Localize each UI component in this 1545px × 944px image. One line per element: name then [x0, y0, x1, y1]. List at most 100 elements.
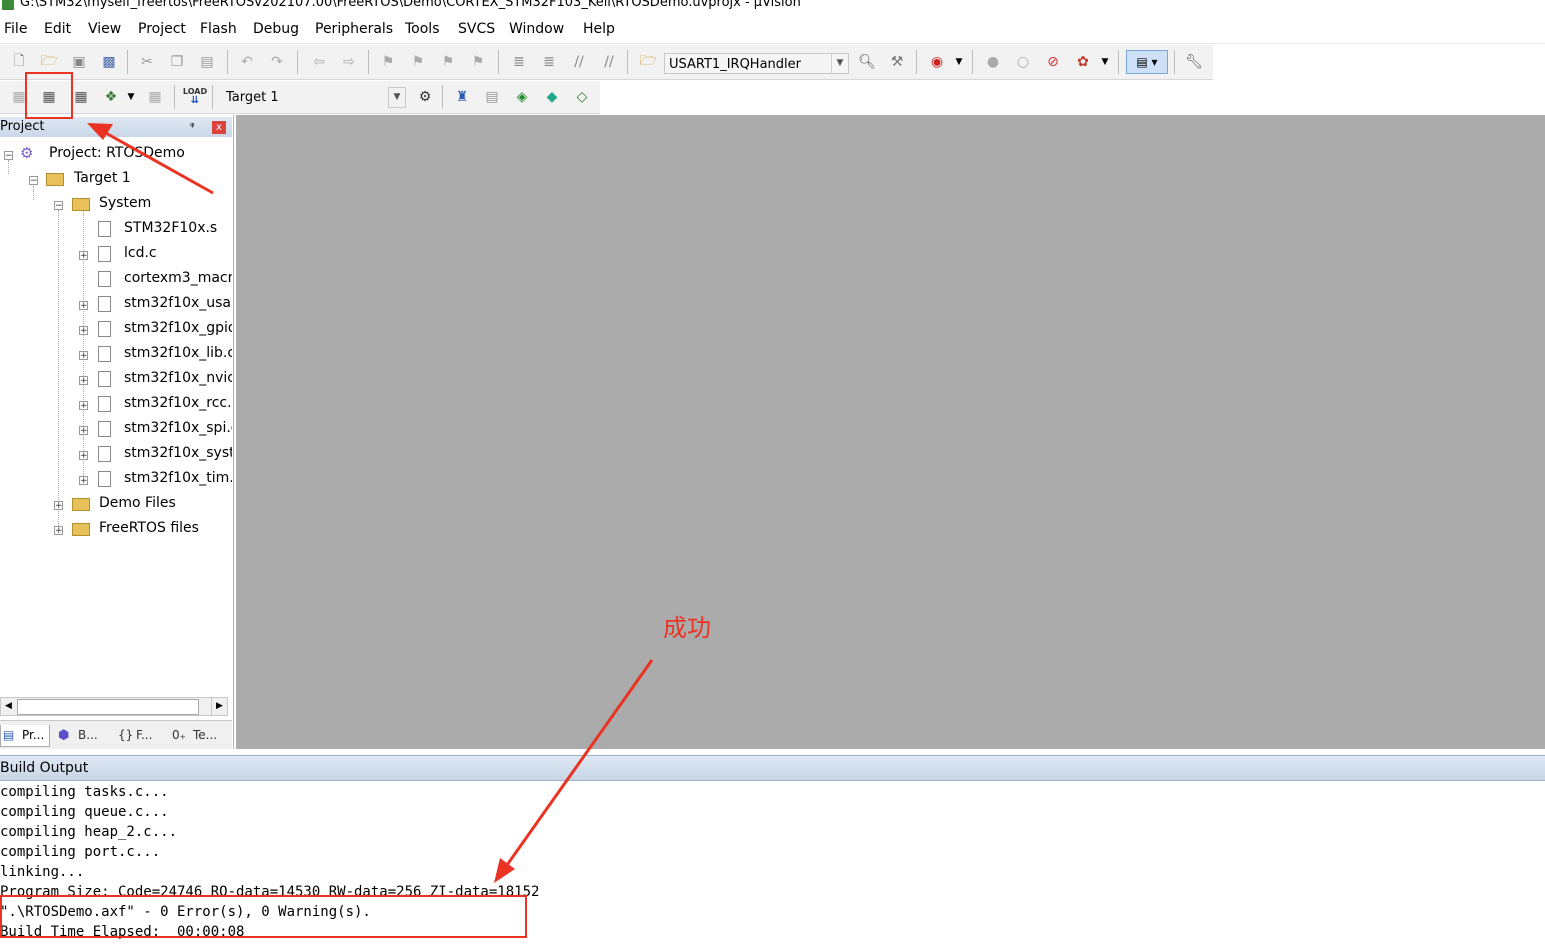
file-icon [98, 471, 111, 487]
menu-window[interactable]: Window [509, 21, 564, 37]
tree-file[interactable]: + stm32f10x_spi.c [0, 418, 232, 440]
comment-icon[interactable]: // [568, 51, 590, 73]
expand-icon[interactable]: + [79, 376, 88, 386]
scroll-right-icon[interactable]: ▶ [211, 698, 227, 715]
tree-group-demo-files[interactable]: + Demo Files [0, 493, 232, 515]
navigate-forward-icon[interactable]: ⇨ [338, 51, 360, 73]
expand-icon[interactable]: + [79, 426, 88, 436]
manage-project-items-icon[interactable]: ♜ [451, 86, 473, 108]
select-packs-icon[interactable]: ◆ [541, 86, 563, 108]
load-download-button[interactable]: LOAD ⇊ [183, 85, 207, 107]
uncomment-icon[interactable]: // [598, 51, 620, 73]
stop-build-icon[interactable]: ▦ [144, 86, 166, 108]
next-bookmark-icon[interactable]: ⚑ [437, 51, 459, 73]
incremental-find-icon[interactable]: ⚒ [886, 51, 908, 73]
chevron-down-icon[interactable]: ▼ [1094, 51, 1116, 73]
open-file-icon[interactable]: 🗁 [38, 51, 60, 73]
clear-bookmarks-icon[interactable]: ⚑ [467, 51, 489, 73]
tree-file[interactable]: STM32F10x.s [0, 218, 232, 240]
tab-project[interactable]: ▤ Pr... [0, 725, 50, 747]
file-label: stm32f10x_usart [124, 295, 232, 311]
scroll-thumb[interactable] [17, 699, 199, 715]
copy-icon[interactable]: ❐ [166, 51, 188, 73]
tree-group-freertos-files[interactable]: + FreeRTOS files [0, 518, 232, 540]
pack-installer-icon[interactable]: ◈ [511, 86, 533, 108]
navigate-back-icon[interactable]: ⇦ [308, 51, 330, 73]
tree-file[interactable]: + stm32f10x_gpio [0, 318, 232, 340]
expand-icon[interactable]: + [79, 301, 88, 311]
chevron-down-icon[interactable]: ▼ [948, 51, 970, 73]
menu-debug[interactable]: Debug [253, 21, 299, 37]
disable-breakpoint-icon[interactable]: ○ [1012, 51, 1034, 73]
tree-file[interactable]: + stm32f10x_nvic. [0, 368, 232, 390]
wrench-icon[interactable]: 🔧︎ [1183, 51, 1205, 73]
new-file-icon[interactable]: 🗋 [8, 51, 30, 73]
tree-file[interactable]: + stm32f10x_rcc.c [0, 393, 232, 415]
menu-peripherals[interactable]: Peripherals [315, 21, 393, 37]
tree-file[interactable]: + stm32f10x_systi [0, 443, 232, 465]
find-icon[interactable]: 🔍︎ [856, 51, 878, 73]
find-in-files-icon[interactable]: 🗁 [637, 51, 659, 73]
app-icon [2, 0, 14, 10]
tree-file[interactable]: + stm32f10x_lib.c [0, 343, 232, 365]
collapse-icon[interactable]: − [54, 201, 63, 211]
menu-tools[interactable]: Tools [405, 21, 440, 37]
expand-icon[interactable]: + [79, 476, 88, 486]
expand-icon[interactable]: + [54, 526, 63, 536]
bookmark-icon[interactable]: ⚑ [377, 51, 399, 73]
save-all-icon[interactable]: ▩ [98, 51, 120, 73]
save-icon[interactable]: ▣ [68, 51, 90, 73]
menu-project[interactable]: Project [138, 21, 186, 37]
paste-icon[interactable]: ▤ [196, 51, 218, 73]
tree-project-root[interactable]: − ⚙ Project: RTOSDemo [0, 143, 232, 165]
prev-bookmark-icon[interactable]: ⚑ [407, 51, 429, 73]
horizontal-scrollbar[interactable]: ◀ ▶ [0, 697, 228, 716]
expand-icon[interactable]: + [79, 351, 88, 361]
menu-flash[interactable]: Flash [200, 21, 237, 37]
target-options-icon[interactable]: ⚙ [414, 86, 436, 108]
tree-file[interactable]: + lcd.c [0, 243, 232, 265]
rebuild-icon[interactable]: ▦ [70, 86, 92, 108]
tree-file[interactable]: + stm32f10x_tim.c [0, 468, 232, 490]
indent-icon[interactable]: ≣ [508, 51, 530, 73]
breakpoint-icon[interactable]: ● [982, 51, 1004, 73]
configure-icon[interactable]: ✿ [1072, 51, 1094, 73]
close-icon[interactable]: x [212, 121, 226, 134]
function-combo[interactable]: USART1_IRQHandler ▼ [664, 53, 849, 74]
collapse-icon[interactable]: − [4, 151, 13, 161]
tree-target[interactable]: − Target 1 [0, 168, 232, 190]
tree-file[interactable]: cortexm3_macro [0, 268, 232, 290]
menu-edit[interactable]: Edit [44, 21, 71, 37]
expand-icon[interactable]: + [79, 451, 88, 461]
debug-session-icon[interactable]: ◉ [926, 51, 948, 73]
scroll-left-icon[interactable]: ◀ [1, 698, 16, 715]
expand-icon[interactable]: + [54, 501, 63, 511]
menu-svcs[interactable]: SVCS [458, 21, 495, 37]
window-layout-button[interactable]: ▤ ▾ [1126, 50, 1168, 74]
undo-icon[interactable]: ↶ [236, 51, 258, 73]
project-panel-header: Project ᵠ x [0, 117, 232, 137]
tree-group-system[interactable]: − System [0, 193, 232, 215]
tree-file[interactable]: + stm32f10x_usart [0, 293, 232, 315]
chevron-down-icon[interactable]: ▼ [120, 86, 142, 108]
tab-templates[interactable]: 0₊ Te... [170, 725, 226, 747]
batch-build-icon[interactable]: ❖ [100, 86, 122, 108]
tab-books[interactable]: ⬢ B... [56, 725, 106, 747]
menu-view[interactable]: View [88, 21, 121, 37]
menu-help[interactable]: Help [583, 21, 615, 37]
menu-file[interactable]: File [4, 21, 27, 37]
cut-icon[interactable]: ✂ [136, 51, 158, 73]
kill-breakpoints-icon[interactable]: ⊘ [1042, 51, 1064, 73]
run-time-environment-icon[interactable]: ◇ [571, 86, 593, 108]
collapse-icon[interactable]: − [29, 176, 38, 186]
expand-icon[interactable]: + [79, 401, 88, 411]
tab-functions[interactable]: {} F... [116, 725, 166, 747]
pin-icon[interactable]: ᵠ [190, 120, 195, 133]
expand-icon[interactable]: + [79, 251, 88, 261]
download-arrow-icon: ⇊ [190, 95, 200, 106]
expand-icon[interactable]: + [79, 326, 88, 336]
target-combo[interactable]: Target 1 ▼ [222, 87, 406, 108]
redo-icon[interactable]: ↷ [266, 51, 288, 73]
unindent-icon[interactable]: ≣ [538, 51, 560, 73]
multi-project-icon[interactable]: ▤ [481, 86, 503, 108]
